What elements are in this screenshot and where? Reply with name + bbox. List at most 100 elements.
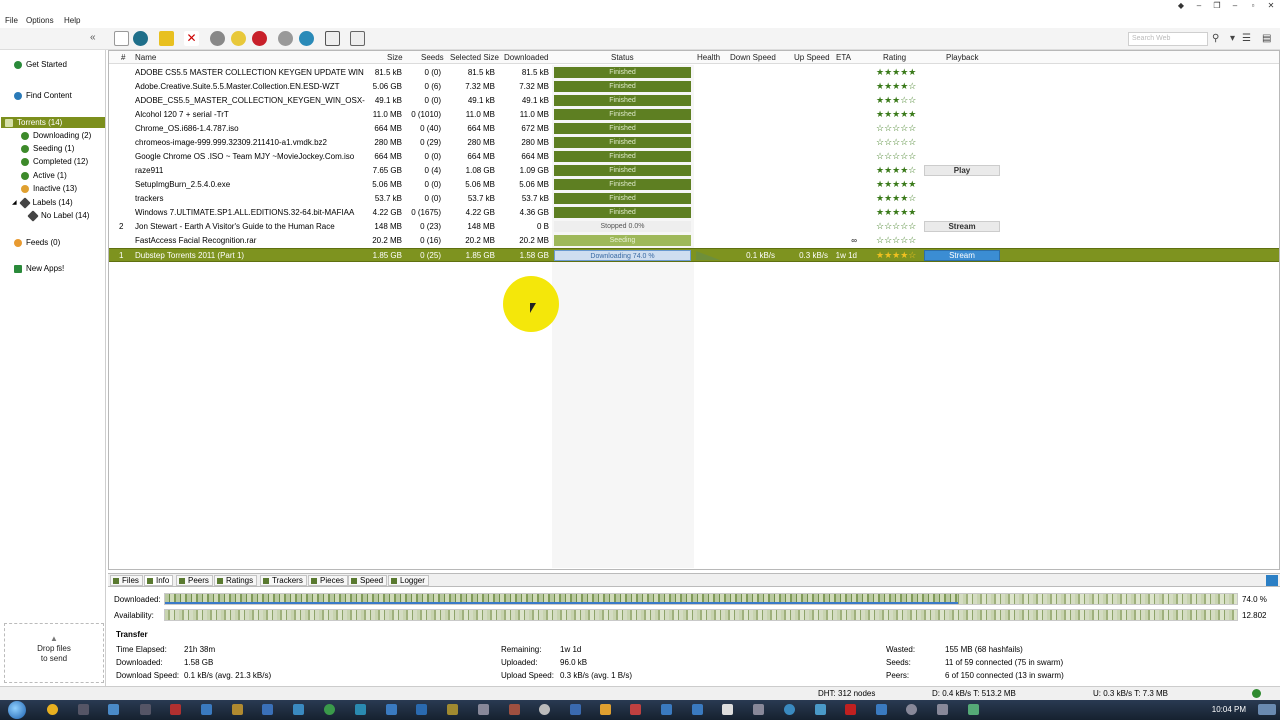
col-header-down-speed[interactable]: Down Speed (730, 53, 776, 62)
table-row[interactable]: SetupImgBurn_2.5.4.0.exe 5.06 MB 0 (0) 5.06… (109, 178, 1279, 192)
table-row[interactable]: Alcohol 120 7 + serial -TrT 11.0 MB 0 (101… (109, 108, 1279, 122)
share-icon[interactable] (350, 31, 365, 46)
col-header-health[interactable]: Health (697, 53, 720, 62)
search-input[interactable]: Search Web (1128, 32, 1208, 46)
rating-stars[interactable]: ★★★★★ (876, 67, 916, 78)
menu-options[interactable]: Options (26, 16, 54, 25)
rating-stars[interactable]: ☆☆☆☆☆ (876, 151, 916, 162)
tab-logger[interactable]: Logger (388, 575, 429, 586)
col-header-num[interactable]: # (121, 53, 125, 62)
sidebar-item-find-content[interactable]: Find Content (14, 91, 72, 100)
taskbar-app-icon[interactable] (416, 704, 427, 715)
drop-zone[interactable]: ▲ Drop files to send (4, 623, 104, 683)
col-header-selected-size[interactable]: Selected Size (450, 53, 499, 62)
rating-stars[interactable]: ★★★★★ (876, 109, 916, 120)
rating-stars[interactable]: ☆☆☆☆☆ (876, 221, 916, 232)
settings-icon[interactable]: ◆ (1172, 0, 1190, 12)
table-row[interactable]: 2 Jon Stewart - Earth A Visitor's Guide t… (109, 220, 1279, 234)
table-row[interactable]: ADOBE_CS5.5_MASTER_COLLECTION_KEYGEN_WIN… (109, 94, 1279, 108)
taskbar-app-icon[interactable] (845, 704, 856, 715)
tab-ratings[interactable]: Ratings (214, 575, 258, 586)
rating-stars[interactable]: ★★★★★ (876, 207, 916, 218)
tab-info[interactable]: Info (144, 575, 174, 586)
col-header-status[interactable]: Status (611, 53, 634, 62)
maximize-panel-icon[interactable] (1266, 575, 1278, 586)
taskbar-app-icon[interactable] (570, 704, 581, 715)
rating-stars[interactable]: ★★★☆☆ (876, 95, 916, 106)
col-header-name[interactable]: Name (135, 53, 156, 62)
taskbar-app-icon[interactable] (539, 704, 550, 715)
rating-stars[interactable]: ☆☆☆☆☆ (876, 235, 916, 246)
move-up-icon[interactable] (278, 31, 293, 46)
taskbar-app-icon[interactable] (968, 704, 979, 715)
table-row[interactable]: raze911 7.65 GB 0 (4) 1.08 GB 1.09 GB Finishe… (109, 164, 1279, 178)
taskbar-app-icon[interactable] (108, 704, 119, 715)
rating-stars[interactable]: ★★★★☆ (876, 250, 916, 261)
taskbar-app-icon[interactable] (692, 704, 703, 715)
taskbar-clock[interactable]: 10:04 PM (1212, 705, 1246, 714)
taskbar-app-icon[interactable] (78, 704, 89, 715)
table-row[interactable]: chromeos-image-999.999.32309.211410-a1.v… (109, 136, 1279, 150)
sidebar-item-seeding[interactable]: Seeding (1) (21, 144, 74, 153)
start-button[interactable] (8, 701, 26, 719)
close-button[interactable]: ✕ (1262, 0, 1280, 12)
add-url-icon[interactable] (133, 31, 148, 46)
table-row[interactable]: Adobe.Creative.Suite.5.5.Master.Collecti… (109, 80, 1279, 94)
new-torrent-icon[interactable] (114, 31, 129, 46)
chrome-icon[interactable] (47, 704, 58, 715)
expand-icon[interactable]: ◢ (12, 199, 17, 206)
table-row[interactable]: trackers 53.7 kB 0 (0) 53.7 kB 53.7 kB Finish… (109, 192, 1279, 206)
taskbar-app-icon[interactable] (478, 704, 489, 715)
rating-stars[interactable]: ★★★★★ (876, 179, 916, 190)
list-view-icon[interactable]: ☰ (1242, 33, 1251, 44)
taskbar-app-icon[interactable] (140, 704, 151, 715)
taskbar-app-icon[interactable] (262, 704, 273, 715)
remote-icon[interactable] (325, 31, 340, 46)
col-header-up-speed[interactable]: Up Speed (794, 53, 830, 62)
show-desktop-button[interactable] (1258, 704, 1276, 715)
rating-stars[interactable]: ★★★★☆ (876, 81, 916, 92)
taskbar-app-icon[interactable] (355, 704, 366, 715)
table-row[interactable]: Google Chrome OS .ISO ~ Team MJY ~MovieJ… (109, 150, 1279, 164)
sidebar-item-torrents[interactable]: Torrents (14) (1, 117, 105, 128)
taskbar-app-icon[interactable] (509, 704, 520, 715)
sidebar-item-inactive[interactable]: Inactive (13) (21, 184, 77, 193)
network-ok-icon[interactable] (1252, 689, 1261, 698)
taskbar-app-icon[interactable] (386, 704, 397, 715)
play-button[interactable]: Play (924, 165, 1000, 176)
sidebar-item-completed[interactable]: Completed (12) (21, 157, 88, 166)
taskbar-app-icon[interactable] (630, 704, 641, 715)
maximize-button[interactable]: ▫ (1244, 0, 1262, 12)
sidebar-item-active[interactable]: Active (1) (21, 171, 67, 180)
tab-speed[interactable]: Speed (348, 575, 388, 586)
collapse-sidebar-icon[interactable]: « (90, 32, 96, 43)
col-header-rating[interactable]: Rating (883, 53, 906, 62)
remove-icon[interactable]: ✕ (184, 31, 199, 46)
taskbar-app-icon[interactable] (876, 704, 887, 715)
sidebar-item-feeds[interactable]: Feeds (0) (14, 238, 60, 247)
sidebar-item-labels[interactable]: ◢ Labels (14) (12, 196, 73, 209)
taskbar-app-icon[interactable] (293, 704, 304, 715)
sidebar-item-get-started[interactable]: Get Started (14, 60, 67, 69)
table-row[interactable]: FastAccess Facial Recognition.rar 20.2 MB… (109, 234, 1279, 248)
col-header-eta[interactable]: ETA (836, 53, 851, 62)
sidebar-item-new-apps[interactable]: New Apps! (14, 264, 64, 273)
start-icon[interactable] (210, 31, 225, 46)
minimize-icon[interactable]: – (1190, 0, 1208, 12)
restore-icon[interactable]: ❐ (1208, 0, 1226, 12)
col-header-playback[interactable]: Playback (946, 53, 978, 62)
menu-help[interactable]: Help (64, 16, 80, 25)
tab-trackers[interactable]: Trackers (260, 575, 307, 586)
tab-pieces[interactable]: Pieces (308, 575, 349, 586)
taskbar-app-icon[interactable] (937, 704, 948, 715)
tab-peers[interactable]: Peers (176, 575, 213, 586)
taskbar-app-icon[interactable] (815, 704, 826, 715)
tab-files[interactable]: Files (110, 575, 143, 586)
col-header-downloaded[interactable]: Downloaded (504, 53, 548, 62)
taskbar-app-icon[interactable] (906, 704, 917, 715)
sidebar-item-no-label[interactable]: No Label (14) (27, 209, 89, 222)
taskbar-app-icon[interactable] (447, 704, 458, 715)
taskbar-app-icon[interactable] (201, 704, 212, 715)
stop-icon[interactable] (252, 31, 267, 46)
table-row[interactable]: 1 Dubstep Torrents 2011 (Part 1) 1.85 GB 0 … (109, 248, 1279, 262)
